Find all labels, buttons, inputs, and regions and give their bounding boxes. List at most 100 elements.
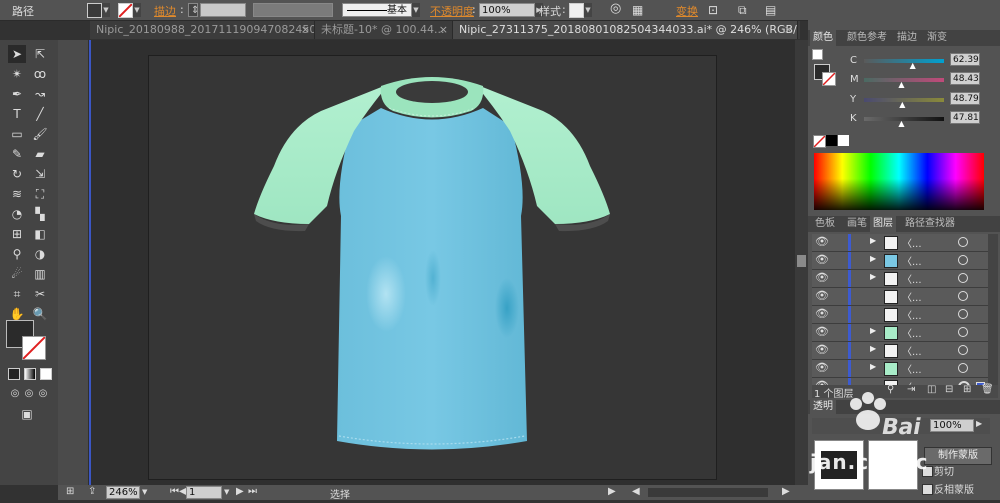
layer-name[interactable]: 〈...	[902, 253, 922, 268]
tab-brushes[interactable]: 画笔	[844, 216, 870, 232]
tab-color[interactable]: 颜色	[810, 30, 836, 46]
artboard-dropdown-icon[interactable]: ▼	[224, 488, 229, 496]
tshirt-illustration[interactable]	[149, 56, 716, 479]
layer-name[interactable]: 〈...	[902, 289, 922, 304]
layer-name[interactable]: 〈...	[902, 325, 922, 340]
eraser-tool-icon[interactable]: ▰	[31, 145, 49, 163]
collect-export-icon[interactable]: ⇥	[907, 384, 915, 395]
blend-tool-icon[interactable]: ◑	[31, 245, 49, 263]
layer-name[interactable]: 〈...	[902, 361, 922, 376]
tab-color-guide[interactable]: 颜色参考	[844, 30, 890, 46]
eyedropper-tool-icon[interactable]: ⚲	[8, 245, 26, 263]
perspective-grid-tool-icon[interactable]: ▚	[31, 205, 49, 223]
cyan-slider[interactable]	[864, 59, 944, 63]
layer-row[interactable]: 👁 ▶ 〈...	[812, 270, 988, 288]
width-tool-icon[interactable]: ≋	[8, 185, 26, 203]
layer-name[interactable]: 〈...	[902, 343, 922, 358]
tab-document-2[interactable]: 未标题-10* @ 100.44... ×	[315, 21, 453, 39]
pencil-tool-icon[interactable]: ✎	[8, 145, 26, 163]
target-icon[interactable]	[958, 363, 968, 373]
paintbrush-tool-icon[interactable]: 🖌	[31, 125, 49, 143]
expand-arrow-icon[interactable]: ▶	[870, 236, 876, 245]
target-icon[interactable]	[958, 345, 968, 355]
stroke-swatch[interactable]	[118, 3, 133, 18]
black-value[interactable]: 47.81	[950, 111, 980, 124]
target-icon[interactable]	[958, 273, 968, 283]
layer-row[interactable]: 👁 ▶ 〈...	[812, 360, 988, 378]
artboard[interactable]	[148, 55, 717, 480]
tab-pathfinder[interactable]: 路径查找器	[902, 216, 958, 232]
screen-mode-icon[interactable]: ▣	[18, 405, 36, 423]
horizontal-scrollbar[interactable]	[648, 488, 768, 497]
expand-arrow-icon[interactable]: ▶	[870, 344, 876, 353]
slider-thumb-icon[interactable]: ▲	[898, 119, 904, 128]
stroke-color-box[interactable]	[22, 336, 46, 360]
layer-row[interactable]: 👁 ▶ 〈...	[812, 234, 988, 252]
zoom-field[interactable]: 246%	[106, 486, 140, 499]
stroke-weight-field[interactable]	[200, 3, 246, 17]
layers-scrollbar[interactable]	[988, 234, 998, 396]
target-icon[interactable]	[958, 291, 968, 301]
scale-tool-icon[interactable]: ⇲	[31, 165, 49, 183]
tab-swatches[interactable]: 色板	[812, 216, 838, 232]
transparency-opacity-field[interactable]: 100%	[930, 419, 974, 432]
slice-tool-icon[interactable]: ✂	[31, 285, 49, 303]
selection-tool-icon[interactable]: ➤	[8, 45, 26, 63]
expand-arrow-icon[interactable]: ▶	[870, 326, 876, 335]
panel-stroke-swatch[interactable]	[822, 72, 836, 86]
gradient-tool-icon[interactable]: ◧	[31, 225, 49, 243]
layer-name[interactable]: 〈...	[902, 271, 922, 286]
tab-stroke[interactable]: 描边	[894, 30, 920, 46]
next-artboard-icon[interactable]: ▶	[236, 486, 244, 497]
new-sublayer-icon[interactable]: ⊟	[945, 384, 953, 395]
layer-row[interactable]: 👁 〈...	[812, 306, 988, 324]
align-icon[interactable]: ▦	[632, 3, 643, 17]
vertical-scrollbar[interactable]	[795, 40, 808, 485]
layer-row[interactable]: 👁 〈...	[812, 288, 988, 306]
expand-arrow-icon[interactable]: ▶	[870, 254, 876, 263]
eye-icon[interactable]: 👁	[815, 235, 829, 248]
invert-mask-checkbox[interactable]	[922, 484, 933, 495]
eye-icon[interactable]: 👁	[815, 343, 829, 356]
magic-wand-tool-icon[interactable]: ✴	[8, 65, 26, 83]
ruler-guide[interactable]	[89, 40, 91, 485]
eye-icon[interactable]: 👁	[815, 361, 829, 374]
eye-icon[interactable]: 👁	[815, 307, 829, 320]
zoom-dropdown-icon[interactable]: ▼	[142, 488, 147, 496]
clip-checkbox[interactable]	[922, 466, 933, 477]
new-layer-icon[interactable]: ⊞	[963, 384, 971, 395]
column-graph-tool-icon[interactable]: ▥	[31, 265, 49, 283]
target-icon[interactable]	[958, 255, 968, 265]
slider-thumb-icon[interactable]: ▲	[899, 100, 905, 109]
fill-swatch[interactable]	[87, 3, 102, 18]
first-artboard-icon[interactable]: ⏮	[170, 486, 179, 497]
rotate-tool-icon[interactable]: ↻	[8, 165, 26, 183]
color-spectrum[interactable]	[814, 153, 984, 210]
rectangle-tool-icon[interactable]: ▭	[8, 125, 26, 143]
scroll-left-icon[interactable]: ◀	[632, 486, 640, 497]
target-icon[interactable]	[958, 309, 968, 319]
target-icon[interactable]	[958, 237, 968, 247]
mesh-tool-icon[interactable]: ⊞	[8, 225, 26, 243]
free-transform-tool-icon[interactable]: ⛶	[31, 185, 49, 203]
direct-selection-tool-icon[interactable]: ⇱	[31, 45, 49, 63]
eye-icon[interactable]: 👁	[815, 271, 829, 284]
brush-profile-field[interactable]: 基本	[342, 3, 412, 17]
arrange-icon[interactable]: ⧉	[738, 3, 747, 18]
style-swatch[interactable]	[569, 3, 584, 18]
artboard-number-field[interactable]: 1	[186, 486, 222, 499]
tab-transparency[interactable]: 透明	[810, 400, 836, 414]
object-thumbnail[interactable]	[814, 440, 864, 490]
slider-thumb-icon[interactable]: ▲	[898, 80, 904, 89]
close-icon[interactable]: ×	[301, 21, 310, 39]
tab-document-3[interactable]: Nipic_27311375_20180801082504344033.ai* …	[453, 21, 798, 39]
eye-icon[interactable]: 👁	[815, 253, 829, 266]
tab-document-1[interactable]: Nipic_20180988_20171119094708245000.ai*×	[90, 21, 315, 39]
artboard-nav-icon[interactable]: ⊞	[66, 486, 74, 497]
close-icon[interactable]: ×	[784, 21, 793, 39]
magenta-value[interactable]: 48.43	[950, 72, 980, 85]
style-dropdown-icon[interactable]: ▼	[584, 3, 592, 17]
cyan-value[interactable]: 62.39	[950, 53, 980, 66]
pen-tool-icon[interactable]: ✒	[8, 85, 26, 103]
scroll-right-icon[interactable]: ▶	[782, 486, 790, 497]
